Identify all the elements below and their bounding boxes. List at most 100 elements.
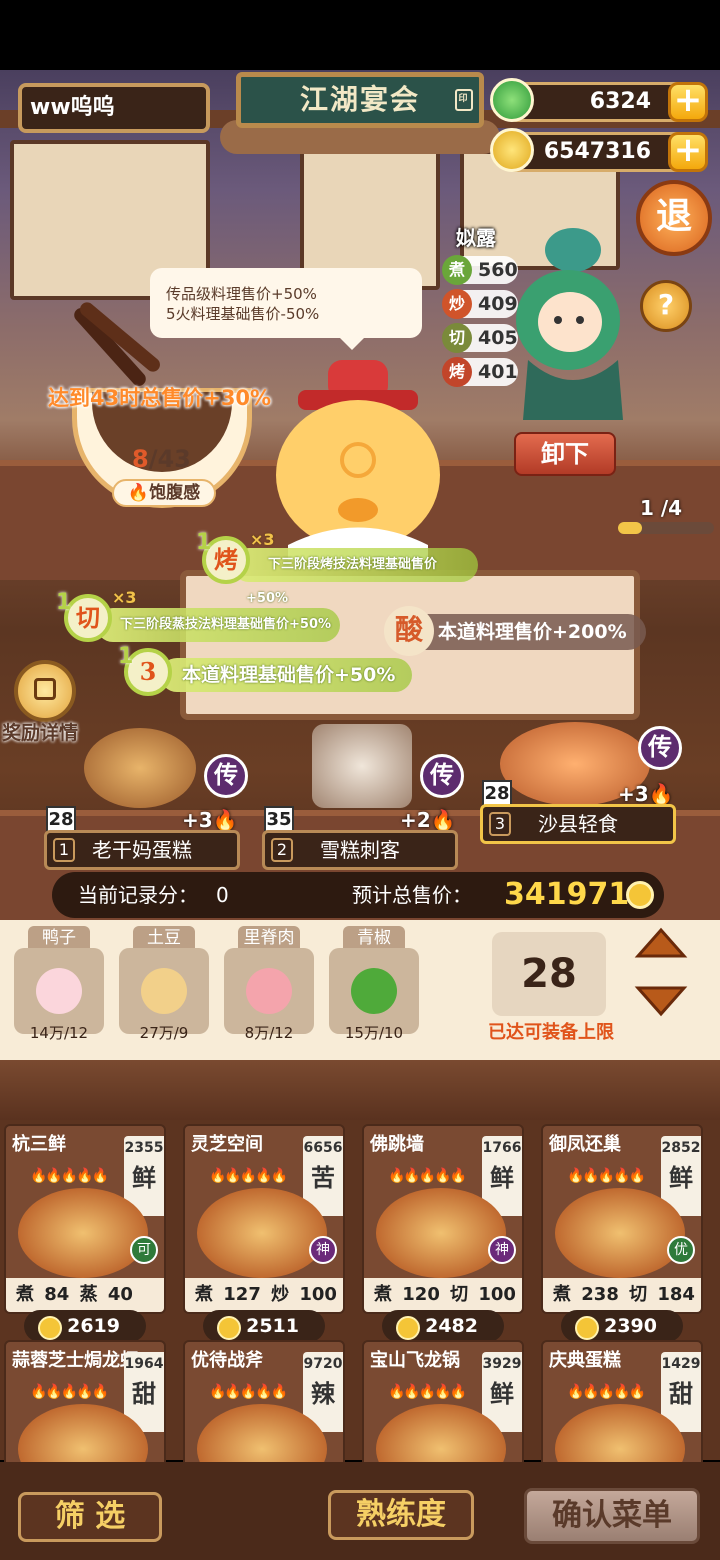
confirm-menu-button[interactable]: 确认菜单 bbox=[524, 1488, 700, 1544]
buff-multiplier: ×3 bbox=[250, 530, 275, 549]
recipe-taste: 鲜 bbox=[669, 1163, 693, 1192]
buff-count: 1 bbox=[196, 530, 212, 555]
bonus-value: +2 bbox=[400, 808, 431, 832]
recipe-dish-image bbox=[18, 1188, 148, 1278]
chef-stat: 烤 401 bbox=[442, 357, 518, 387]
selected-dish-slot-2[interactable]: 2 雪糕刺客 bbox=[262, 830, 458, 870]
filter-button[interactable]: 筛 选 bbox=[18, 1492, 162, 1542]
recipe-price: 6656 bbox=[303, 1140, 343, 1156]
dish-name: 老干妈蛋糕 bbox=[92, 838, 192, 862]
buff-multiplier: ×3 bbox=[112, 588, 137, 607]
satiety-label-text: 饱腹感 bbox=[149, 483, 201, 503]
recipe-name: 杭三鲜 bbox=[12, 1134, 66, 1155]
fire-rating-icon: 🔥🔥🔥🔥🔥 bbox=[388, 1168, 467, 1184]
player-name: ww呜呜 bbox=[18, 83, 210, 133]
total-label: 预计总售价： bbox=[352, 883, 472, 907]
recipe-sale-price: 2390 bbox=[561, 1310, 683, 1342]
dish-fire-bonus: +3🔥 bbox=[182, 808, 238, 832]
recipe-sale-price: 2511 bbox=[203, 1310, 325, 1342]
recipe-dish-image bbox=[376, 1188, 506, 1278]
dish-image-icecream bbox=[312, 724, 412, 808]
recipe-card[interactable]: 蒜蓉芝士焗龙虾 🔥🔥🔥🔥🔥 1964 甜 bbox=[4, 1340, 166, 1470]
fire-icon: 🔥 bbox=[430, 808, 456, 832]
legend-badge: 传 bbox=[638, 726, 682, 770]
recipe-skills: 煮 84 蒸 40 bbox=[6, 1278, 164, 1312]
add-jade-button[interactable]: + bbox=[668, 82, 708, 122]
buff-row: 下三阶段蒸技法料理基础售价+50% bbox=[96, 608, 340, 642]
slot-index: 2 bbox=[271, 838, 293, 862]
ingredient-icon bbox=[351, 968, 397, 1014]
jade-amount: 6324 bbox=[589, 89, 651, 114]
scroll-up-arrow-icon[interactable] bbox=[634, 926, 688, 960]
legend-badge: 传 bbox=[204, 754, 248, 798]
buff-count: 1 bbox=[56, 590, 72, 615]
scroll-down-arrow-icon[interactable] bbox=[634, 984, 688, 1018]
recipe-name: 庆典蛋糕 bbox=[549, 1350, 621, 1371]
chef-skill-tooltip: 传品级料理售价+50% 5火料理基础售价-50% bbox=[150, 268, 422, 350]
add-coins-button[interactable]: + bbox=[668, 132, 708, 172]
exit-button[interactable]: 退 bbox=[636, 180, 712, 256]
recipe-grade-badge: 可 bbox=[130, 1236, 158, 1264]
dish-fire-bonus: +2🔥 bbox=[400, 808, 456, 832]
total-value: 341971 bbox=[504, 877, 630, 912]
stat-value: 405 bbox=[478, 327, 518, 349]
mascot-character bbox=[276, 360, 440, 560]
recipe-price: 9720 bbox=[303, 1356, 343, 1372]
jade-icon bbox=[490, 78, 534, 122]
slot-index: 1 bbox=[53, 838, 75, 862]
satiety-current: 8 bbox=[132, 445, 149, 473]
page-bar bbox=[618, 522, 714, 534]
fire-rating-icon: 🔥🔥🔥🔥🔥 bbox=[388, 1384, 467, 1400]
recipe-grade-badge: 神 bbox=[309, 1236, 337, 1264]
satiety-target: /43 bbox=[148, 445, 191, 473]
buff-text: 下三阶段蒸技法料理基础售价+50% bbox=[120, 617, 332, 632]
fire-rating-icon: 🔥🔥🔥🔥🔥 bbox=[209, 1168, 288, 1184]
recipe-price: 1766 bbox=[482, 1140, 522, 1156]
recipe-card[interactable]: 御凤还巢 🔥🔥🔥🔥🔥 2852 鲜优煮 238 切 184 bbox=[541, 1124, 703, 1314]
page-bar-fill bbox=[618, 522, 642, 534]
slot-index: 3 bbox=[489, 812, 511, 836]
recipe-name: 宝山飞龙锅 bbox=[370, 1350, 460, 1371]
recipe-skills: 煮 127 炒 100 bbox=[185, 1278, 343, 1312]
chef-page-indicator: 1 /4 bbox=[616, 496, 716, 536]
reward-details-button[interactable] bbox=[14, 660, 76, 722]
event-title-text: 江湖宴会 bbox=[299, 83, 420, 116]
recipe-card[interactable]: 优待战斧 🔥🔥🔥🔥🔥 9720 辣 bbox=[183, 1340, 345, 1470]
unload-chef-button[interactable]: 卸下 bbox=[514, 432, 616, 476]
record-value: 0 bbox=[216, 883, 229, 907]
recipe-name: 蒜蓉芝士焗龙虾 bbox=[12, 1350, 138, 1371]
fire-rating-icon: 🔥🔥🔥🔥🔥 bbox=[30, 1384, 109, 1400]
recipe-card[interactable]: 宝山飞龙锅 🔥🔥🔥🔥🔥 3929 鲜 bbox=[362, 1340, 524, 1470]
recipe-sale-price: 2619 bbox=[24, 1310, 146, 1342]
fire-rating-icon: 🔥🔥🔥🔥🔥 bbox=[567, 1168, 646, 1184]
recipe-card[interactable]: 佛跳墙 🔥🔥🔥🔥🔥 1766 鲜神煮 120 切 100 bbox=[362, 1124, 524, 1314]
tooltip-line: 传品级料理售价+50% bbox=[166, 285, 317, 303]
recipe-card[interactable]: 庆典蛋糕 🔥🔥🔥🔥🔥 1429 甜 bbox=[541, 1340, 703, 1470]
sour-buff: 本道料理售价+200% bbox=[400, 614, 646, 650]
recipe-card[interactable]: 灵芝空间 🔥🔥🔥🔥🔥 6656 苦神煮 127 炒 100 bbox=[183, 1124, 345, 1314]
recipe-price: 2852 bbox=[661, 1140, 701, 1156]
dish-image-cake bbox=[84, 728, 196, 808]
selected-dish-slot-1[interactable]: 1 老干妈蛋糕 bbox=[44, 830, 240, 870]
proficiency-button[interactable]: 熟练度 bbox=[328, 1490, 474, 1540]
reward-details-label[interactable]: 奖励详情 bbox=[2, 718, 78, 745]
selected-dish-slot-3[interactable]: 3 沙县轻食 bbox=[480, 804, 676, 844]
chef-face bbox=[538, 292, 602, 352]
recipe-name: 佛跳墙 bbox=[370, 1134, 424, 1155]
chef-character[interactable] bbox=[508, 210, 638, 420]
recipe-name: 优待战斧 bbox=[191, 1350, 263, 1371]
help-button[interactable]: ? bbox=[640, 280, 692, 332]
gift-icon bbox=[34, 678, 56, 700]
fire-icon: 🔥 bbox=[212, 808, 238, 832]
recipe-card[interactable]: 杭三鲜 🔥🔥🔥🔥🔥 2355 鲜可煮 84 蒸 40 bbox=[4, 1124, 166, 1314]
ingredient-count: 14万/12 bbox=[29, 1024, 89, 1042]
stat-value: 560 bbox=[478, 259, 518, 281]
ingredient-icon bbox=[246, 968, 292, 1014]
chef-stat: 煮 560 bbox=[442, 255, 518, 285]
recipe-dish-image bbox=[555, 1188, 685, 1278]
mascot-beak bbox=[338, 498, 378, 522]
bonus-value: +3 bbox=[182, 808, 213, 832]
page-text: 1 /4 bbox=[639, 496, 683, 520]
stat-value: 401 bbox=[478, 361, 518, 383]
buff-count: 1 bbox=[118, 644, 134, 669]
